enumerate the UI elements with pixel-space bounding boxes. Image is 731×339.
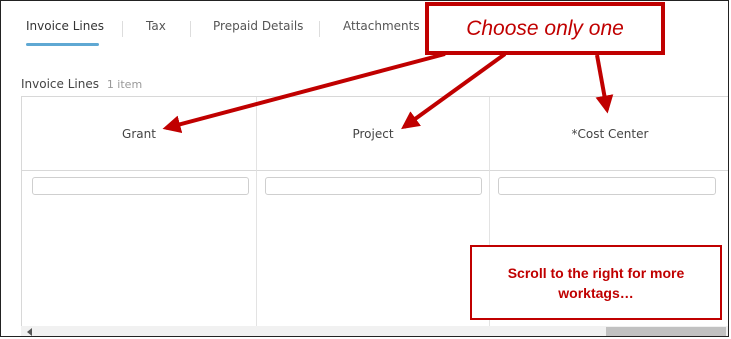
scroll-left-arrow-icon[interactable] <box>27 328 32 336</box>
tab-divider <box>319 21 320 37</box>
column-header-cost-center[interactable]: *Cost Center <box>490 97 728 171</box>
tab-prepaid-details[interactable]: Prepaid Details <box>213 19 303 33</box>
scroll-hint-callout: Scroll to the right for more worktags… <box>470 245 722 320</box>
grant-input[interactable] <box>32 177 249 195</box>
section-title: Invoice Lines <box>21 77 99 91</box>
tab-attachments[interactable]: Attachments <box>343 19 420 33</box>
tab-divider <box>190 21 191 37</box>
tab-tax[interactable]: Tax <box>146 19 166 33</box>
choose-one-callout: Choose only one <box>425 2 665 55</box>
cost-center-input[interactable] <box>498 177 716 195</box>
horizontal-scrollbar[interactable] <box>21 326 728 336</box>
column-header-grant[interactable]: Grant <box>22 97 257 171</box>
active-tab-indicator <box>26 43 99 46</box>
scrollbar-thumb[interactable] <box>606 327 726 336</box>
item-count: 1 item <box>106 78 143 91</box>
section-header: Invoice Lines 1 item <box>21 77 142 91</box>
tab-invoice-lines[interactable]: Invoice Lines <box>26 19 104 33</box>
column-header-project[interactable]: Project <box>257 97 490 171</box>
tab-divider <box>122 21 123 37</box>
project-input[interactable] <box>265 177 482 195</box>
